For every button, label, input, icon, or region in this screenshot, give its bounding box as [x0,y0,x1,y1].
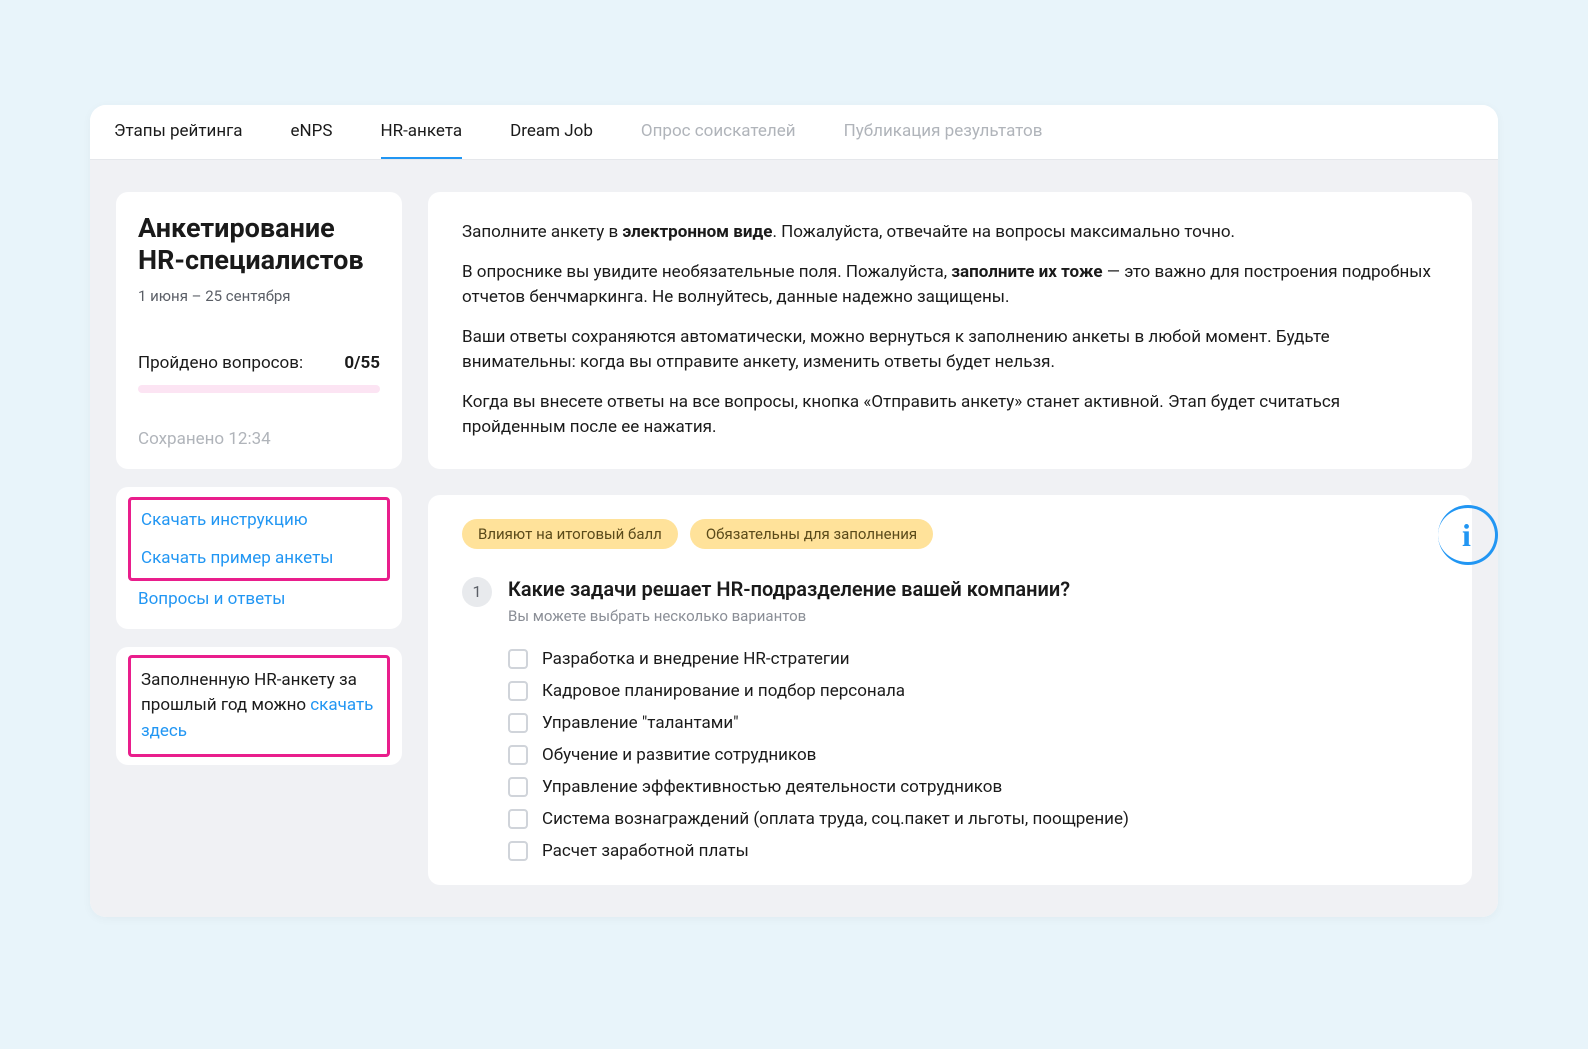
app-window: Этапы рейтинга eNPS HR-анкета Dream Job … [90,105,1498,917]
prev-year-card: Заполненную HR-анкету за прошлый год мож… [116,647,402,766]
checkbox[interactable] [508,713,528,733]
question-number: 1 [462,577,492,607]
option-label: Управление эффективностью деятельности с… [542,777,1002,797]
option-label: Разработка и внедрение HR-стратегии [542,649,850,669]
tab-dream-job[interactable]: Dream Job [510,105,593,159]
instruction-paragraph: Заполните анкету в электронном виде. Пож… [462,220,1438,246]
instructions-card: Заполните анкету в электронном виде. Пож… [428,192,1472,469]
checkbox[interactable] [508,649,528,669]
highlight-download-links: Скачать инструкцию Скачать пример анкеты [128,497,390,581]
saved-timestamp: Сохранено 12:34 [138,429,380,449]
instruction-paragraph: Ваши ответы сохраняются автоматически, м… [462,325,1438,376]
question-header: 1 Какие задачи решает HR-подразделение в… [462,577,1438,625]
option-label: Обучение и развитие сотрудников [542,745,816,765]
info-icon[interactable]: i [1438,505,1498,565]
option-row: Система вознаграждений (оплата труда, со… [508,809,1438,829]
badge-required: Обязательны для заполнения [690,519,933,549]
checkbox[interactable] [508,841,528,861]
option-row: Управление эффективностью деятельности с… [508,777,1438,797]
main-content: Заполните анкету в электронном виде. Пож… [428,192,1472,885]
tab-stages[interactable]: Этапы рейтинга [114,105,243,159]
progress-text: Пройдено вопросов: [138,353,303,373]
instruction-paragraph: Когда вы внесете ответы на все вопросы, … [462,390,1438,441]
sidebar-summary-card: Анкетирование HR-специалистов 1 июня – 2… [116,192,402,469]
dates-range: 1 июня – 25 сентября [138,287,380,305]
tab-hr-survey[interactable]: HR-анкета [381,105,463,159]
option-label: Расчет заработной платы [542,841,749,861]
sidebar: Анкетирование HR-специалистов 1 июня – 2… [116,192,402,885]
question-hint: Вы можете выбрать несколько вариантов [508,607,1438,625]
option-label: Система вознаграждений (оплата труда, со… [542,809,1129,829]
tab-publish-results: Публикация результатов [844,105,1043,159]
sidebar-links-card: Скачать инструкцию Скачать пример анкеты… [116,487,402,629]
question-title: Какие задачи решает HR-подразделение ваш… [508,577,1438,601]
instruction-paragraph: В опроснике вы увидите необязательные по… [462,260,1438,311]
checkbox[interactable] [508,745,528,765]
tab-applicant-survey: Опрос соискателей [641,105,796,159]
content-area: Анкетирование HR-специалистов 1 июня – 2… [90,160,1498,917]
option-label: Управление "талантами" [542,713,739,733]
download-example-link[interactable]: Скачать пример анкеты [141,548,377,568]
checkbox[interactable] [508,809,528,829]
faq-link[interactable]: Вопросы и ответы [138,589,380,609]
progress-bar [138,385,380,393]
highlight-prev-year: Заполненную HR-анкету за прошлый год мож… [128,655,390,758]
option-label: Кадровое планирование и подбор персонала [542,681,905,701]
option-row: Разработка и внедрение HR-стратегии [508,649,1438,669]
option-row: Кадровое планирование и подбор персонала [508,681,1438,701]
option-row: Обучение и развитие сотрудников [508,745,1438,765]
question-card: Влияют на итоговый балл Обязательны для … [428,495,1472,885]
badge-affects-score: Влияют на итоговый балл [462,519,678,549]
badges-row: Влияют на итоговый балл Обязательны для … [462,519,1438,549]
progress-count: 0/55 [344,353,380,373]
page-title: Анкетирование HR-специалистов [138,212,380,277]
prev-year-text: Заполненную HR-анкету за прошлый год мож… [141,668,377,745]
options-list: Разработка и внедрение HR-стратегии Кадр… [462,649,1438,861]
option-row: Расчет заработной платы [508,841,1438,861]
tabs-bar: Этапы рейтинга eNPS HR-анкета Dream Job … [90,105,1498,160]
tab-enps[interactable]: eNPS [291,105,333,159]
progress-label: Пройдено вопросов: 0/55 [138,353,380,373]
download-instruction-link[interactable]: Скачать инструкцию [141,510,377,530]
checkbox[interactable] [508,681,528,701]
checkbox[interactable] [508,777,528,797]
option-row: Управление "талантами" [508,713,1438,733]
